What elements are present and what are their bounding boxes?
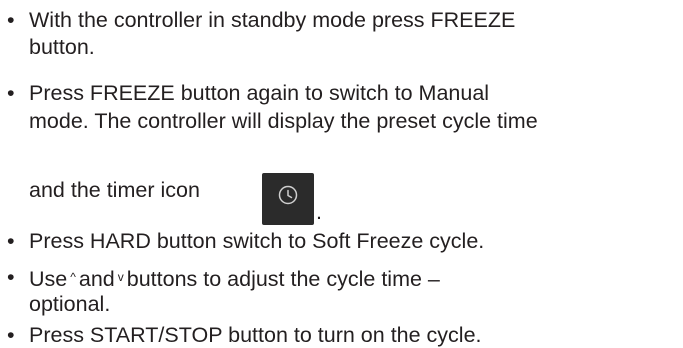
list-item-2-line-2: mode. The controller will display the pr… (29, 109, 538, 133)
clock-icon (278, 185, 298, 205)
bullet: • (7, 229, 15, 253)
list-item-2-line-3-text: and the timer icon (29, 178, 200, 202)
list-item-2-line-1: Press FREEZE button again to switch to M… (29, 81, 490, 105)
bullet: • (7, 323, 15, 347)
down-caret-symbol: v (117, 270, 124, 284)
list-item-5-line-1: Press START/STOP button to turn on the c… (29, 323, 482, 347)
list-item-2-period: . (316, 200, 322, 224)
bullet: • (7, 81, 15, 105)
list-item-2-line-3: and the timer icon (29, 177, 200, 203)
adjust-text: buttons to adjust the cycle time – (126, 267, 440, 291)
list-item-1-line-2: button. (29, 35, 95, 59)
instruction-list: • With the controller in standby mode pr… (0, 0, 683, 347)
list-item-1-line-1: With the controller in standby mode pres… (29, 8, 516, 32)
bullet: • (7, 8, 15, 32)
and-text: and (78, 267, 115, 291)
list-item-4-line-1: Use ^ and v buttons to adjust the cycle time… (29, 264, 440, 292)
list-item-4-line-2: optional. (29, 292, 111, 316)
bullet: • (7, 265, 15, 289)
up-caret-symbol: ^ (70, 270, 76, 284)
timer-icon (262, 173, 314, 225)
list-item-3-line-1: Press HARD button switch to Soft Freeze … (29, 229, 485, 253)
use-text: Use (29, 267, 68, 291)
